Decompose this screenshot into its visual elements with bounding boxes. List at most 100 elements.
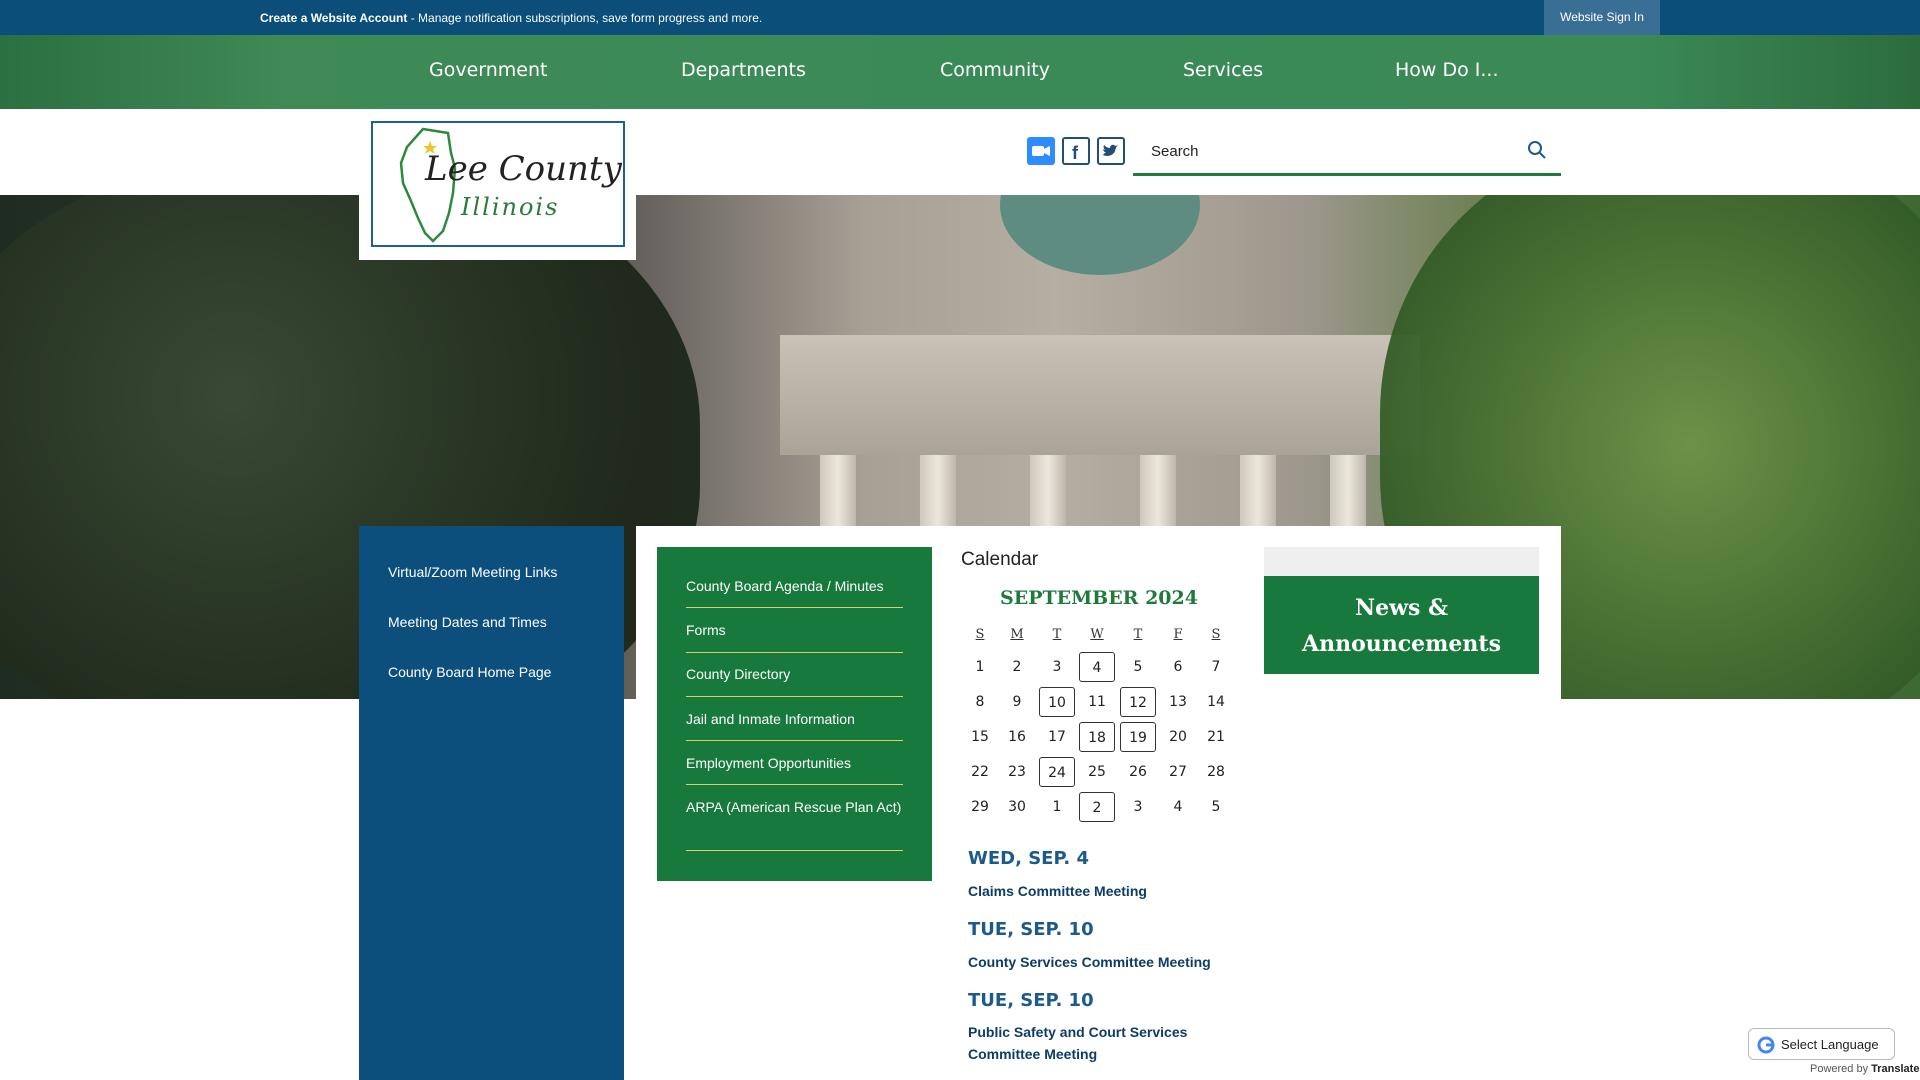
hero-entablature [780, 335, 1420, 455]
calendar-event-day[interactable]: 10 [1039, 687, 1075, 717]
calendar-day-of-week: S [975, 627, 985, 642]
calendar-event-day[interactable]: 18 [1079, 722, 1115, 752]
sidebar-menu: Virtual/Zoom Meeting Links Meeting Dates… [359, 526, 624, 1080]
logo-frame: Lee County Illinois [371, 121, 625, 247]
site-header [0, 109, 1920, 195]
calendar-day: 25 [1088, 764, 1106, 780]
calendar-day: 6 [1173, 659, 1183, 675]
powered-by-text: Powered by [1810, 1063, 1869, 1075]
calendar-day: 17 [1048, 729, 1066, 745]
quick-link-arpa[interactable]: ARPA (American Rescue Plan Act) [686, 796, 903, 818]
quick-link-jail-inmate[interactable]: Jail and Inmate Information [686, 708, 903, 730]
calendar-day: 22 [971, 764, 989, 780]
calendar-day-of-week: W [1090, 627, 1104, 642]
quick-link-agenda-minutes[interactable]: County Board Agenda / Minutes [686, 575, 903, 597]
event-date: WED, SEP. 4 [968, 848, 1089, 869]
divider [686, 607, 903, 608]
sidebar-item-meeting-dates[interactable]: Meeting Dates and Times [388, 614, 547, 630]
calendar-day: 13 [1169, 694, 1187, 710]
language-select[interactable]: Select Language [1748, 1028, 1895, 1060]
search-box [1133, 130, 1561, 176]
calendar-day: 27 [1169, 764, 1187, 780]
divider [686, 784, 903, 785]
translate-brand: Translate [1871, 1063, 1920, 1075]
divider [686, 696, 903, 697]
news-header-bar [1264, 547, 1539, 576]
top-utility-bar: Create a Website Account - Manage notifi… [0, 0, 1920, 35]
facebook-icon[interactable]: f [1062, 137, 1090, 165]
site-logo[interactable]: Lee County Illinois [359, 109, 636, 260]
quick-link-forms[interactable]: Forms [686, 619, 903, 641]
language-select-label: Select Language [1781, 1037, 1879, 1052]
divider [686, 652, 903, 653]
calendar-day: 1 [975, 659, 985, 675]
calendar-day: 20 [1169, 729, 1187, 745]
calendar-day: 15 [971, 729, 989, 745]
create-account-description: - Manage notification subscriptions, sav… [407, 11, 763, 25]
nav-item-departments[interactable]: Departments [681, 59, 806, 81]
nav-item-government[interactable]: Government [429, 59, 548, 81]
sidebar-item-zoom-links[interactable]: Virtual/Zoom Meeting Links [388, 564, 557, 580]
calendar-day: 21 [1207, 729, 1225, 745]
calendar-day-of-week: M [1010, 627, 1024, 642]
nav-item-how-do-i[interactable]: How Do I... [1395, 59, 1499, 81]
calendar-day-of-week: T [1133, 627, 1143, 642]
search-input[interactable] [1151, 138, 1511, 164]
calendar-day: 29 [971, 799, 989, 815]
calendar-month-title[interactable]: SEPTEMBER 2024 [961, 587, 1237, 609]
google-icon [1757, 1036, 1775, 1054]
logo-subtitle: Illinois [461, 193, 560, 221]
website-sign-in-button[interactable]: Website Sign In [1544, 0, 1660, 35]
calendar-day: 11 [1088, 694, 1106, 710]
calendar-day: 16 [1008, 729, 1026, 745]
quick-links-panel: County Board Agenda / Minutes Forms Coun… [657, 547, 932, 881]
sidebar-item-board-home[interactable]: County Board Home Page [388, 664, 551, 680]
calendar-day: 23 [1008, 764, 1026, 780]
create-account-text[interactable]: Create a Website Account - Manage notifi… [260, 11, 762, 25]
event-title-link[interactable]: County Services Committee Meeting [968, 951, 1238, 973]
event-title-link[interactable]: Public Safety and Court Services Committ… [968, 1021, 1238, 1065]
create-account-link[interactable]: Create a Website Account [260, 11, 407, 25]
calendar-day: 7 [1211, 659, 1221, 675]
calendar-day: 14 [1207, 694, 1225, 710]
zoom-icon[interactable] [1027, 137, 1055, 165]
twitter-icon[interactable] [1097, 137, 1125, 165]
calendar-day: 8 [975, 694, 985, 710]
calendar-day: 3 [1052, 659, 1062, 675]
calendar-event-day[interactable]: 19 [1120, 722, 1156, 752]
news-title-line1: News & [1355, 595, 1448, 621]
calendar-day: 30 [1008, 799, 1026, 815]
calendar-day-of-week: F [1173, 627, 1183, 642]
calendar-day: 3 [1133, 799, 1143, 815]
event-date: TUE, SEP. 10 [968, 919, 1094, 940]
main-navigation: Government Departments Community Service… [0, 35, 1920, 109]
calendar-day: 9 [1012, 694, 1022, 710]
calendar-day: 5 [1133, 659, 1143, 675]
event-date: TUE, SEP. 10 [968, 990, 1094, 1011]
calendar-day-of-week: T [1052, 627, 1062, 642]
quick-link-county-directory[interactable]: County Directory [686, 663, 903, 685]
divider [686, 850, 903, 851]
nav-item-community[interactable]: Community [940, 59, 1050, 81]
calendar-event-day[interactable]: 12 [1120, 687, 1156, 717]
news-title-line2: Announcements [1302, 631, 1501, 657]
logo-title: Lee County [425, 149, 622, 189]
calendar-day: 26 [1129, 764, 1147, 780]
svg-text:f: f [1072, 143, 1079, 163]
calendar-day-of-week: S [1211, 627, 1221, 642]
quick-link-employment[interactable]: Employment Opportunities [686, 752, 903, 774]
calendar-event-day[interactable]: 4 [1079, 652, 1115, 682]
nav-item-services[interactable]: Services [1183, 59, 1263, 81]
calendar-event-day[interactable]: 2 [1079, 792, 1115, 822]
divider [686, 740, 903, 741]
hero-dome [1000, 195, 1200, 275]
calendar-day: 2 [1012, 659, 1022, 675]
calendar-day: 1 [1052, 799, 1062, 815]
calendar-event-day[interactable]: 24 [1039, 757, 1075, 787]
calendar-day: 4 [1173, 799, 1183, 815]
calendar-day: 28 [1207, 764, 1225, 780]
news-announcements-heading[interactable]: News & Announcements [1264, 576, 1539, 674]
event-title-link[interactable]: Claims Committee Meeting [968, 880, 1238, 902]
search-icon[interactable] [1527, 140, 1547, 160]
calendar-day: 5 [1211, 799, 1221, 815]
